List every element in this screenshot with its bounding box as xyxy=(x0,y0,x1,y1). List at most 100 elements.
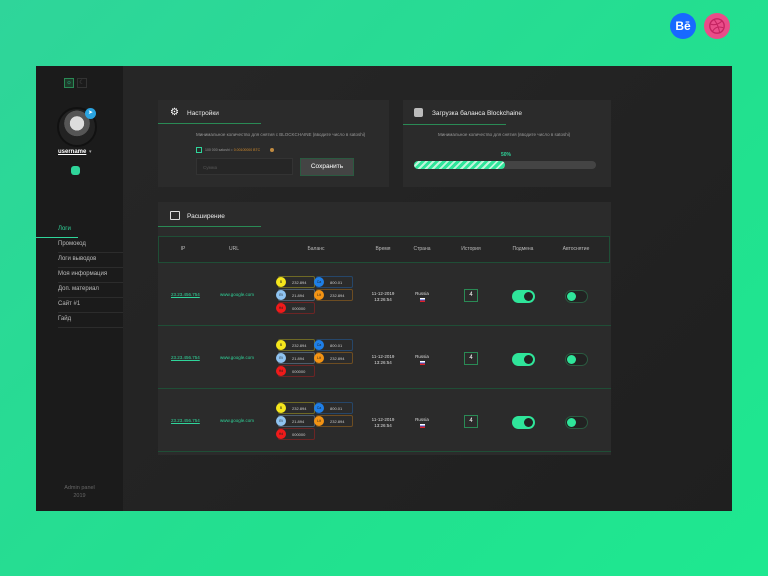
theme-dark-toggle[interactable]: ☾ xyxy=(77,78,87,88)
footer-year: 2019 xyxy=(73,493,86,499)
url-link[interactable]: www.google.com xyxy=(220,292,254,297)
amount-input[interactable]: Сумма xyxy=(196,158,293,175)
username[interactable]: username xyxy=(58,149,86,155)
auto-withdraw-toggle[interactable] xyxy=(565,290,588,303)
coin-icon: Et xyxy=(276,290,286,300)
toggle-knob xyxy=(567,292,576,301)
balance-coin: Lit 232.894 xyxy=(314,352,353,364)
toggle-knob xyxy=(524,355,533,364)
coin-value: 21.894 xyxy=(292,292,305,298)
coin-icon: Lit xyxy=(314,290,324,300)
behance-icon[interactable]: Bē xyxy=(670,13,696,39)
btc-coin-icon xyxy=(270,148,274,152)
coin-value: 800.01 xyxy=(330,279,343,285)
blockchain-underline xyxy=(403,124,506,125)
column-header: История xyxy=(461,246,481,252)
coin-icon: Hd xyxy=(276,429,286,439)
coin-icon: Et xyxy=(276,416,286,426)
coin-icon: Ca xyxy=(314,340,324,350)
coin-icon: Lit xyxy=(314,353,324,363)
coin-value: 232.894 xyxy=(292,405,307,411)
coin-value: 232.894 xyxy=(330,292,345,298)
wallet-icon xyxy=(71,166,80,175)
coin-icon: B xyxy=(276,340,286,350)
ip-link[interactable]: 23.23.456.754 xyxy=(171,418,200,423)
russia-flag-icon xyxy=(419,298,425,302)
extension-icon xyxy=(170,211,180,220)
swap-toggle[interactable] xyxy=(512,290,535,303)
row-country: Russia xyxy=(402,291,442,303)
coin-icon: Ca xyxy=(314,403,324,413)
column-header: Подмена xyxy=(512,246,534,252)
balance-coin: Hd 000000 xyxy=(276,428,315,440)
telegram-icon[interactable]: ➤ xyxy=(85,108,96,119)
coin-value: 232.894 xyxy=(330,418,345,424)
coin-value: 232.894 xyxy=(292,342,307,348)
dribbble-icon[interactable] xyxy=(704,13,730,39)
coin-icon: B xyxy=(276,403,286,413)
sidebar-item-2[interactable]: Логи выводов xyxy=(58,253,123,268)
coin-value: 21.894 xyxy=(292,355,305,361)
country-name: Russia xyxy=(415,291,429,296)
history-count[interactable]: 4 xyxy=(464,289,478,302)
row-time: 11-12-2019 13:26:54 xyxy=(363,291,403,303)
toggle-knob xyxy=(567,355,576,364)
country-name: Russia xyxy=(415,417,429,422)
time: 13:26:54 xyxy=(374,360,392,365)
balance-coin: Lit 232.894 xyxy=(314,415,353,427)
swap-toggle[interactable] xyxy=(512,416,535,429)
sidebar-item-3[interactable]: Моя информация xyxy=(58,268,123,283)
settings-underline xyxy=(158,123,261,124)
sidebar-item-1[interactable]: Промокод xyxy=(58,238,123,253)
coin-value: 000000 xyxy=(292,431,306,437)
coin-value: 000000 xyxy=(292,368,306,374)
ip-link[interactable]: 23.23.456.754 xyxy=(171,355,200,360)
sidebar-item-4[interactable]: Доп. материал xyxy=(58,283,123,298)
username-dropdown-icon[interactable]: ▾ xyxy=(89,149,92,155)
column-header: IP xyxy=(180,246,186,252)
toggle-knob xyxy=(567,418,576,427)
sidebar-item-0[interactable]: Логи xyxy=(58,223,123,238)
settings-title: Настройки xyxy=(187,110,219,117)
row-country: Russia xyxy=(402,417,442,429)
satoshi-checkbox[interactable] xyxy=(196,147,202,153)
swap-toggle[interactable] xyxy=(512,353,535,366)
settings-description: Минимальное количество для снятия с BLOC… xyxy=(196,132,366,137)
gears-icon: ⚙ xyxy=(170,107,179,118)
database-icon xyxy=(414,108,423,117)
balance-coin: B 232.894 xyxy=(276,402,315,414)
toggle-knob xyxy=(524,418,533,427)
row-divider xyxy=(158,325,611,326)
progress-label: 50% xyxy=(501,152,512,158)
coin-value: 232.894 xyxy=(292,279,307,285)
auto-withdraw-toggle[interactable] xyxy=(565,416,588,429)
footer-label: Admin panel xyxy=(64,485,95,491)
auto-withdraw-toggle[interactable] xyxy=(565,353,588,366)
save-button[interactable]: Сохранить xyxy=(300,158,354,176)
url-link[interactable]: www.google.com xyxy=(220,418,254,423)
sidebar-item-6[interactable]: Гайд xyxy=(58,313,123,328)
coin-value: 800.01 xyxy=(330,405,343,411)
balance-coin: Ca 800.01 xyxy=(314,276,353,288)
coin-icon: Lit xyxy=(314,416,324,426)
balance-coin: Et 21.894 xyxy=(276,352,315,364)
sidebar-item-5[interactable]: Сайт #1 xyxy=(58,298,123,313)
history-count[interactable]: 4 xyxy=(464,415,478,428)
row-country: Russia xyxy=(402,354,442,366)
column-header: Страна xyxy=(413,246,431,252)
toggle-knob xyxy=(524,292,533,301)
row-time: 11-12-2019 13:26:54 xyxy=(363,417,403,429)
coin-icon: Ca xyxy=(314,277,324,287)
coin-icon: Hd xyxy=(276,366,286,376)
time: 13:26:54 xyxy=(374,297,392,302)
theme-light-toggle[interactable]: ☼ xyxy=(64,78,74,88)
russia-flag-icon xyxy=(419,361,425,365)
country-name: Russia xyxy=(415,354,429,359)
url-link[interactable]: www.google.com xyxy=(220,355,254,360)
balance-coin: Hd 000000 xyxy=(276,302,315,314)
balance-coin: Hd 000000 xyxy=(276,365,315,377)
balance-coin: Ca 800.01 xyxy=(314,339,353,351)
progress-fill xyxy=(414,161,505,169)
history-count[interactable]: 4 xyxy=(464,352,478,365)
ip-link[interactable]: 23.23.456.754 xyxy=(171,292,200,297)
